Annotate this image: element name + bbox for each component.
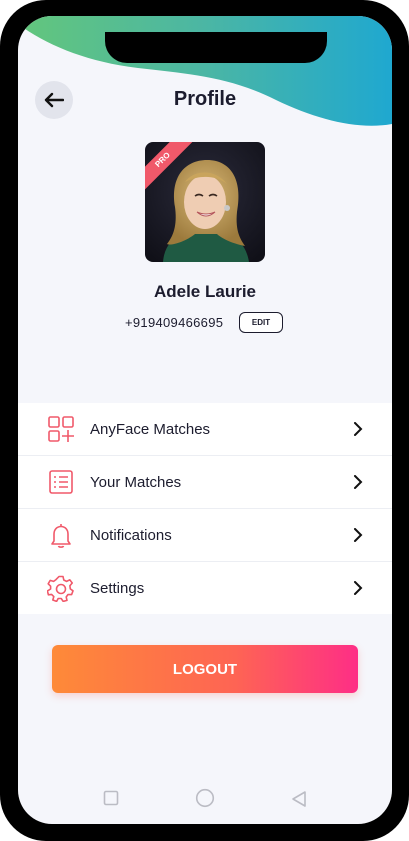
gear-icon [47, 575, 74, 602]
bell-icon [51, 524, 71, 548]
profile-avatar[interactable]: PRO [145, 142, 265, 262]
face-grid-plus-icon [48, 416, 74, 442]
profile-menu: AnyFace Matches Your Matches Notificatio… [18, 403, 392, 614]
logout-button[interactable]: LOGOUT [52, 645, 358, 693]
camera-notch [105, 32, 327, 63]
chevron-right-icon [354, 528, 363, 542]
circle-icon[interactable] [195, 788, 215, 808]
menu-item-label: Settings [90, 579, 145, 597]
edit-button[interactable]: EDIT [239, 312, 283, 333]
menu-item-label: Your Matches [90, 473, 182, 491]
square-icon[interactable] [103, 790, 119, 806]
menu-item-anyface-matches[interactable]: AnyFace Matches [18, 403, 392, 456]
phone-number: +919409466695 [125, 315, 224, 330]
menu-item-notifications[interactable]: Notifications [18, 509, 392, 562]
chevron-right-icon [354, 422, 363, 436]
android-navigation-bar [18, 776, 392, 824]
user-name: Adele Laurie [153, 282, 257, 301]
chevron-right-icon [354, 581, 363, 595]
chevron-right-icon [354, 475, 363, 489]
phone-frame: Profile PRO Adele Laurie +919409466695 E… [0, 0, 409, 841]
menu-item-your-matches[interactable]: Your Matches [18, 456, 392, 509]
menu-item-label: AnyFace Matches [90, 420, 211, 438]
menu-item-label: Notifications [90, 526, 172, 544]
list-icon [49, 470, 73, 494]
screen: Profile PRO Adele Laurie +919409466695 E… [18, 16, 392, 824]
menu-item-settings[interactable]: Settings [18, 562, 392, 614]
triangle-back-icon[interactable] [290, 790, 308, 808]
page-title: Profile [173, 88, 237, 110]
